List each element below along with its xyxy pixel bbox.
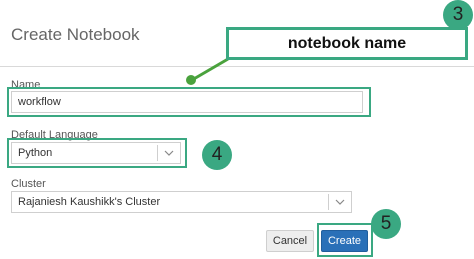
step-badge-4: 4 — [202, 140, 232, 170]
callout-notebook-name: notebook name — [226, 27, 468, 60]
step-badge-3: 3 — [443, 0, 473, 30]
step-badge-5: 5 — [371, 209, 401, 239]
callout-text: notebook name — [287, 34, 407, 52]
